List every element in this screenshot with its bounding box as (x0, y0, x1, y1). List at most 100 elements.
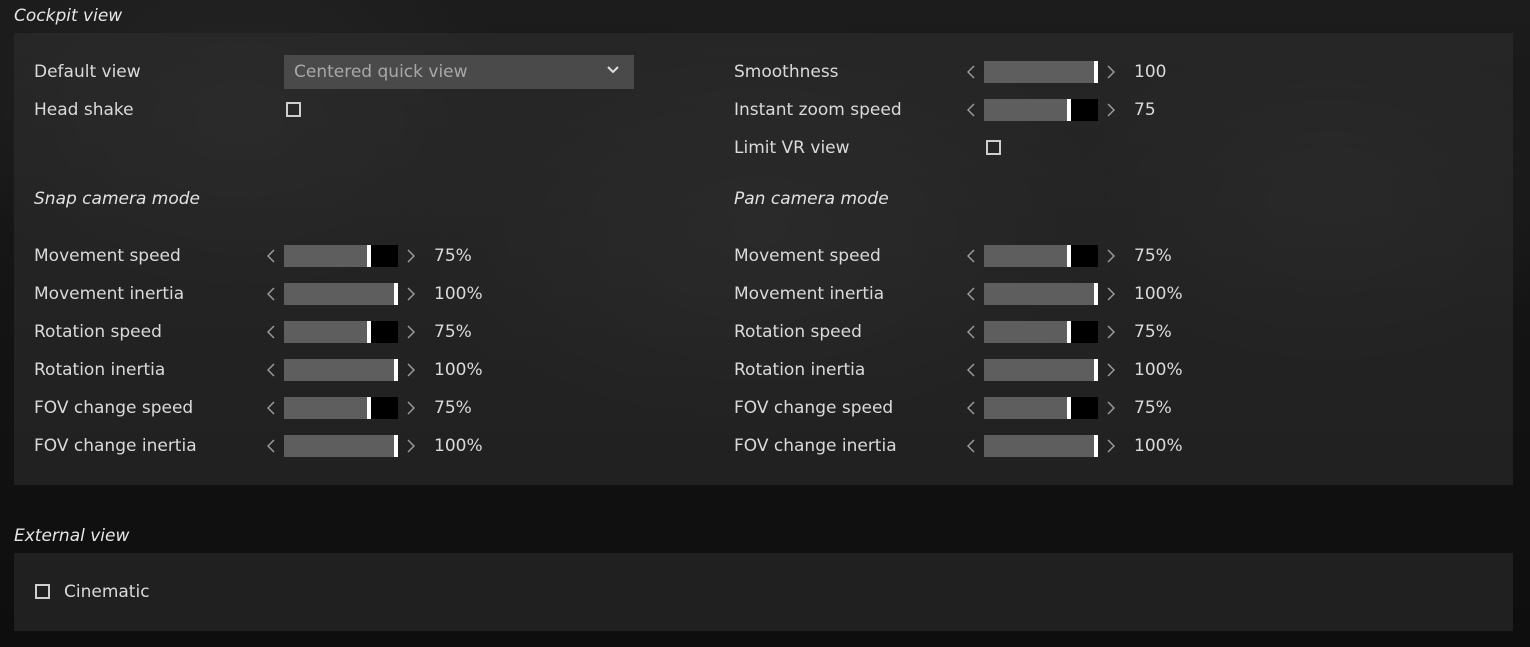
chevron-left-icon[interactable] (964, 61, 978, 83)
chevron-right-icon[interactable] (1104, 359, 1118, 381)
pan-movement-speed-slider-thumb[interactable] (1067, 245, 1071, 267)
chevron-right-icon[interactable] (1104, 435, 1118, 457)
chevron-down-icon (607, 66, 619, 74)
chevron-left-icon[interactable] (264, 321, 278, 343)
chevron-right-icon[interactable] (1104, 61, 1118, 83)
pan-movement-speed-slider-track[interactable] (984, 245, 1098, 267)
chevron-right-icon[interactable] (1104, 99, 1118, 121)
snap-fov-change-speed-value: 75% (434, 398, 472, 418)
chevron-right-icon[interactable] (404, 321, 418, 343)
smoothness-label: Smoothness (734, 62, 839, 82)
smoothness-slider-track[interactable] (984, 61, 1098, 83)
snap-rotation-inertia-slider-track[interactable] (284, 359, 398, 381)
pan-rotation-inertia-slider-thumb[interactable] (1094, 359, 1098, 381)
snap-movement-inertia-slider-thumb[interactable] (394, 283, 398, 305)
pan-rotation-speed-value: 75% (1134, 322, 1172, 342)
pan-fov-change-speed-label: FOV change speed (734, 398, 894, 418)
pan-fov-change-speed-slider-fill (984, 397, 1067, 419)
chevron-left-icon[interactable] (264, 435, 278, 457)
chevron-right-icon[interactable] (404, 435, 418, 457)
pan-rotation-inertia-value: 100% (1134, 360, 1183, 380)
snap-camera-mode-title: Snap camera mode (34, 189, 200, 209)
snap-rotation-speed-value: 75% (434, 322, 472, 342)
pan-rotation-inertia-slider-fill (984, 359, 1094, 381)
snap-fov-change-inertia-label: FOV change inertia (34, 436, 197, 456)
snap-fov-change-inertia-slider-fill (284, 435, 394, 457)
default-view-value: Centered quick view (294, 62, 468, 82)
external-view-title: External view (14, 526, 130, 546)
snap-movement-inertia-label: Movement inertia (34, 284, 185, 304)
snap-rotation-speed-slider-thumb[interactable] (367, 321, 371, 343)
chevron-left-icon[interactable] (264, 397, 278, 419)
snap-fov-change-speed-slider-track[interactable] (284, 397, 398, 419)
pan-fov-change-speed-slider-thumb[interactable] (1067, 397, 1071, 419)
chevron-right-icon[interactable] (404, 359, 418, 381)
chevron-right-icon[interactable] (404, 283, 418, 305)
chevron-left-icon[interactable] (964, 99, 978, 121)
snap-fov-change-inertia-value: 100% (434, 436, 483, 456)
snap-rotation-inertia-slider-thumb[interactable] (394, 359, 398, 381)
instant-zoom-speed-slider-track[interactable] (984, 99, 1098, 121)
pan-fov-change-inertia-slider-thumb[interactable] (1094, 435, 1098, 457)
snap-rotation-speed-slider-track[interactable] (284, 321, 398, 343)
head-shake-label: Head shake (34, 100, 134, 120)
chevron-left-icon[interactable] (964, 359, 978, 381)
pan-rotation-speed-slider-track[interactable] (984, 321, 1098, 343)
snap-fov-change-speed-slider-fill (284, 397, 367, 419)
pan-camera-mode-title: Pan camera mode (734, 189, 889, 209)
pan-movement-speed-value: 75% (1134, 246, 1172, 266)
snap-rotation-inertia-label: Rotation inertia (34, 360, 166, 380)
chevron-right-icon[interactable] (404, 245, 418, 267)
pan-movement-inertia-label: Movement inertia (734, 284, 885, 304)
chevron-right-icon[interactable] (1104, 397, 1118, 419)
instant-zoom-speed-value: 75 (1134, 100, 1156, 120)
pan-rotation-speed-slider-thumb[interactable] (1067, 321, 1071, 343)
snap-fov-change-inertia-slider-track[interactable] (284, 435, 398, 457)
pan-rotation-speed-slider-fill (984, 321, 1067, 343)
chevron-left-icon[interactable] (264, 359, 278, 381)
pan-rotation-speed-label: Rotation speed (734, 322, 862, 342)
pan-movement-speed-label: Movement speed (734, 246, 881, 266)
chevron-left-icon[interactable] (264, 245, 278, 267)
cinematic-label: Cinematic (64, 582, 150, 602)
snap-movement-speed-slider-track[interactable] (284, 245, 398, 267)
chevron-right-icon[interactable] (404, 397, 418, 419)
limit-vr-view-checkbox[interactable] (986, 140, 1001, 155)
smoothness-slider-thumb[interactable] (1094, 61, 1098, 83)
chevron-left-icon[interactable] (964, 283, 978, 305)
default-view-label: Default view (34, 62, 141, 82)
chevron-left-icon[interactable] (964, 397, 978, 419)
snap-movement-speed-label: Movement speed (34, 246, 181, 266)
instant-zoom-speed-slider-thumb[interactable] (1067, 99, 1071, 121)
snap-movement-inertia-slider-track[interactable] (284, 283, 398, 305)
pan-fov-change-speed-slider-track[interactable] (984, 397, 1098, 419)
snap-fov-change-inertia-slider-thumb[interactable] (394, 435, 398, 457)
pan-rotation-inertia-label: Rotation inertia (734, 360, 866, 380)
pan-movement-inertia-slider-track[interactable] (984, 283, 1098, 305)
snap-rotation-inertia-slider-fill (284, 359, 394, 381)
chevron-left-icon[interactable] (964, 321, 978, 343)
chevron-left-icon[interactable] (264, 283, 278, 305)
head-shake-checkbox[interactable] (286, 102, 301, 117)
smoothness-slider-fill (984, 61, 1094, 83)
pan-fov-change-speed-value: 75% (1134, 398, 1172, 418)
chevron-left-icon[interactable] (964, 245, 978, 267)
pan-fov-change-inertia-slider-fill (984, 435, 1094, 457)
smoothness-value: 100 (1134, 62, 1167, 82)
instant-zoom-speed-slider-fill (984, 99, 1067, 121)
cinematic-checkbox[interactable] (35, 584, 50, 599)
default-view-dropdown[interactable]: Centered quick view (284, 55, 634, 89)
chevron-left-icon[interactable] (964, 435, 978, 457)
snap-movement-inertia-slider-fill (284, 283, 394, 305)
pan-movement-speed-slider-fill (984, 245, 1067, 267)
snap-movement-inertia-value: 100% (434, 284, 483, 304)
pan-movement-inertia-slider-thumb[interactable] (1094, 283, 1098, 305)
chevron-right-icon[interactable] (1104, 245, 1118, 267)
snap-rotation-inertia-value: 100% (434, 360, 483, 380)
chevron-right-icon[interactable] (1104, 283, 1118, 305)
pan-rotation-inertia-slider-track[interactable] (984, 359, 1098, 381)
snap-fov-change-speed-slider-thumb[interactable] (367, 397, 371, 419)
snap-movement-speed-slider-thumb[interactable] (367, 245, 371, 267)
pan-fov-change-inertia-slider-track[interactable] (984, 435, 1098, 457)
chevron-right-icon[interactable] (1104, 321, 1118, 343)
